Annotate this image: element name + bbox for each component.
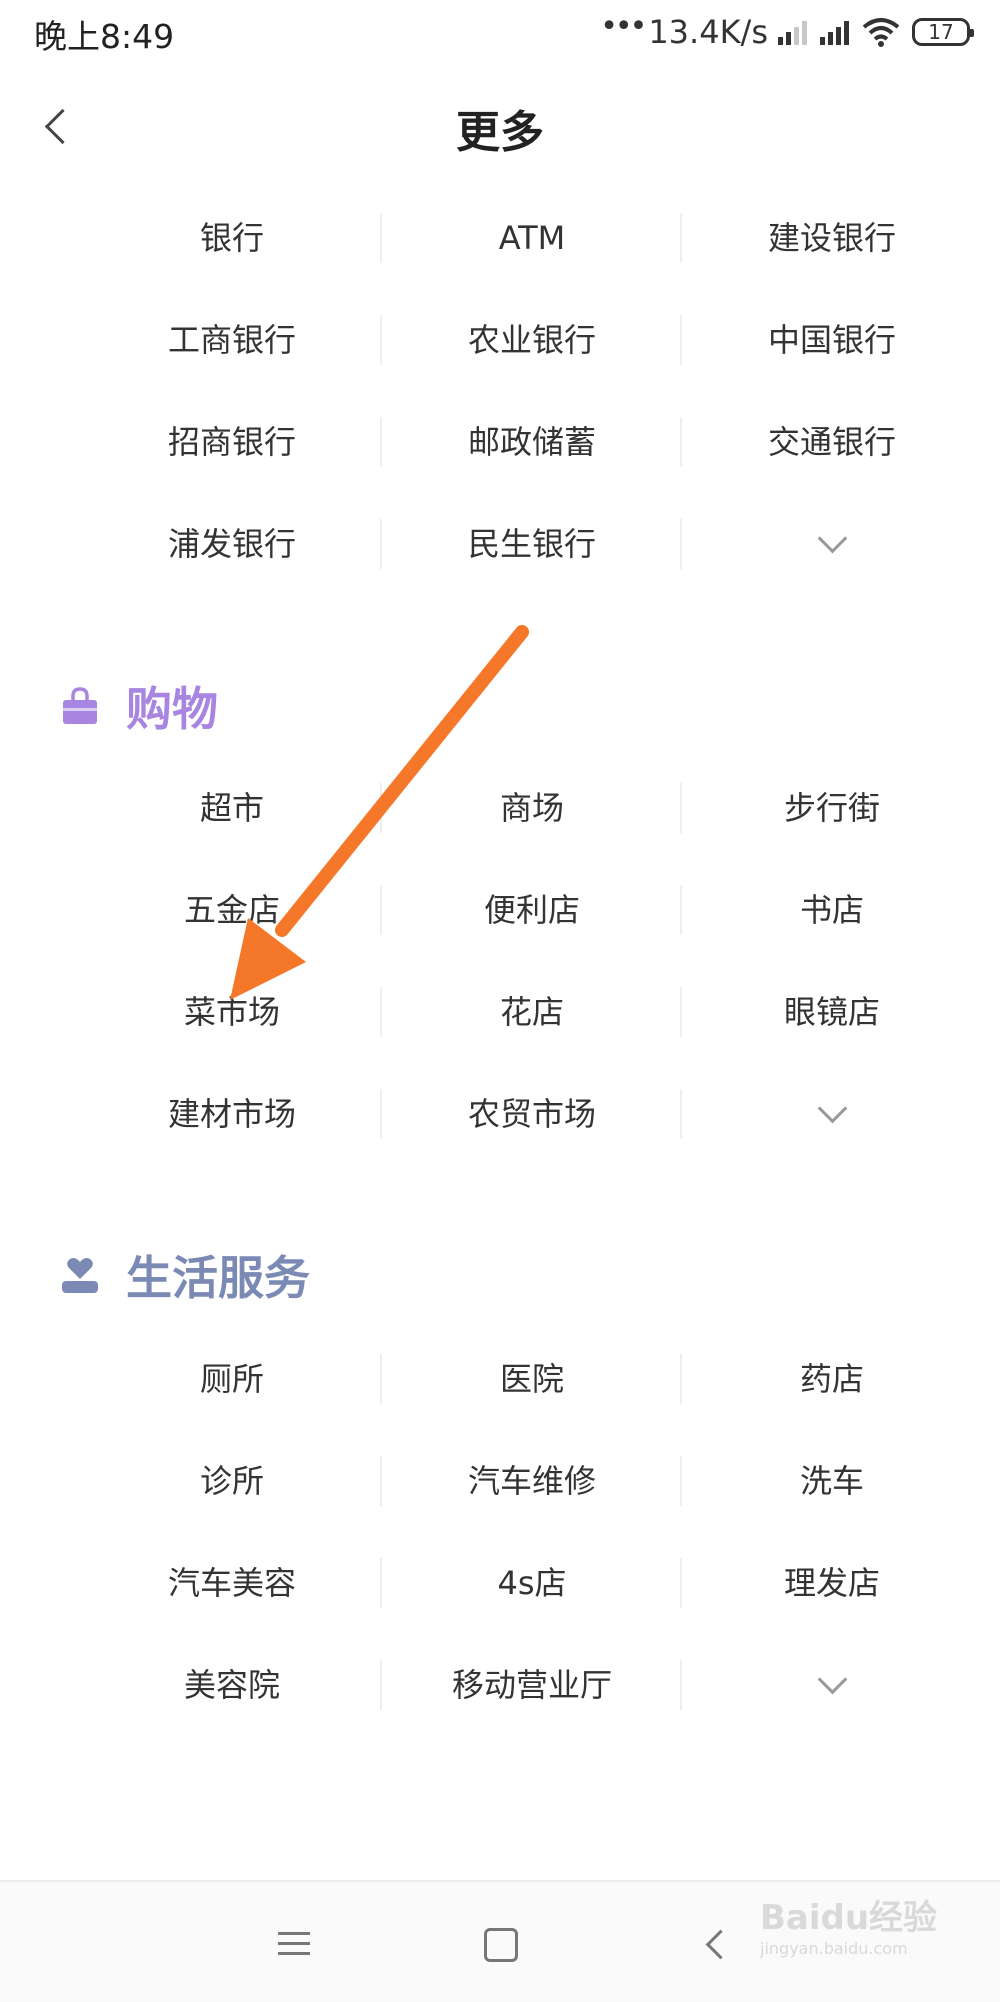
category-bank[interactable]: 银行 — [82, 213, 382, 263]
grid-row: 超市 商场 步行街 — [82, 757, 982, 859]
chevron-down-icon — [817, 1093, 847, 1124]
expand-life-services-button[interactable] — [682, 1660, 982, 1710]
category-bocom[interactable]: 交通银行 — [682, 417, 982, 467]
watermark: Baidu经验 jingyan.baidu.com — [760, 1890, 980, 1990]
category-mobile-business-hall[interactable]: 移动营业厅 — [382, 1660, 682, 1710]
status-time: 晚上8:49 — [34, 17, 175, 56]
category-postal-savings[interactable]: 邮政储蓄 — [382, 417, 682, 467]
expand-bank-button[interactable] — [682, 519, 982, 569]
battery-icon: 17 — [912, 18, 974, 46]
category-boc[interactable]: 中国银行 — [682, 315, 982, 365]
signal-strong-icon — [820, 19, 852, 45]
category-beauty-salon[interactable]: 美容院 — [82, 1660, 382, 1710]
grid-row: 工商银行 农业银行 中国银行 — [82, 289, 982, 391]
category-hardware-store[interactable]: 五金店 — [82, 885, 382, 935]
page-title: 更多 — [456, 107, 544, 158]
network-speed: 13.4K/s — [648, 13, 768, 51]
category-pharmacy[interactable]: 药店 — [682, 1354, 982, 1404]
category-clinic[interactable]: 诊所 — [82, 1456, 382, 1506]
grid-row: 五金店 便利店 书店 — [82, 859, 982, 961]
heart-person-icon — [62, 1258, 98, 1293]
grid-row: 招商银行 邮政储蓄 交通银行 — [82, 391, 982, 493]
category-convenience-store[interactable]: 便利店 — [382, 885, 682, 935]
watermark-url: jingyan.baidu.com — [760, 1939, 908, 1958]
grid-row: 美容院 移动营业厅 — [82, 1634, 982, 1736]
battery-level: 17 — [928, 20, 954, 44]
category-flower-shop[interactable]: 花店 — [382, 987, 682, 1037]
status-indicators: ••• 13.4K/s 17 — [600, 8, 974, 54]
category-pedestrian-street[interactable]: 步行街 — [682, 783, 982, 833]
category-atm[interactable]: ATM — [382, 213, 682, 263]
grid-row: 浦发银行 民生银行 — [82, 493, 982, 595]
category-mall[interactable]: 商场 — [382, 783, 682, 833]
watermark-logo: Baidu经验 — [760, 1898, 938, 1938]
life-services-section-title: 生活服务 — [126, 1251, 310, 1305]
category-cmb[interactable]: 招商银行 — [82, 417, 382, 467]
chevron-down-icon — [817, 1664, 847, 1695]
shopping-bag-icon — [63, 687, 97, 724]
category-bookstore[interactable]: 书店 — [682, 885, 982, 935]
category-ccb[interactable]: 建设银行 — [682, 213, 982, 263]
category-farmers-market[interactable]: 农贸市场 — [382, 1089, 682, 1139]
category-supermarket[interactable]: 超市 — [82, 783, 382, 833]
grid-row: 厕所 医院 药店 — [82, 1328, 982, 1430]
wifi-icon — [862, 18, 900, 47]
grid-row: 银行 ATM 建设银行 — [82, 187, 982, 289]
home-icon[interactable] — [484, 1928, 518, 1962]
life-services-section-header: 生活服务 — [60, 1245, 310, 1305]
category-4s-store[interactable]: 4s店 — [382, 1558, 682, 1608]
category-cmbc[interactable]: 民生银行 — [382, 519, 682, 569]
category-toilet[interactable]: 厕所 — [82, 1354, 382, 1404]
bank-category-grid: 银行 ATM 建设银行 工商银行 农业银行 中国银行 招商银行 邮政储蓄 交通银… — [82, 187, 982, 595]
menu-icon[interactable] — [278, 1932, 310, 1956]
page-header: 更多 — [0, 66, 1000, 190]
category-spdb[interactable]: 浦发银行 — [82, 519, 382, 569]
shopping-section-title: 购物 — [126, 682, 218, 736]
category-optician[interactable]: 眼镜店 — [682, 987, 982, 1037]
category-vegetable-market[interactable]: 菜市场 — [82, 987, 382, 1037]
grid-row: 诊所 汽车维修 洗车 — [82, 1430, 982, 1532]
expand-shopping-button[interactable] — [682, 1089, 982, 1139]
chevron-down-icon — [817, 523, 847, 554]
category-car-beauty[interactable]: 汽车美容 — [82, 1558, 382, 1608]
back-icon[interactable] — [700, 1928, 730, 1962]
status-bar: 晚上8:49 ••• 13.4K/s 17 — [0, 0, 1000, 66]
category-abc[interactable]: 农业银行 — [382, 315, 682, 365]
life-services-category-grid: 厕所 医院 药店 诊所 汽车维修 洗车 汽车美容 4s店 理发店 美容院 移动营… — [82, 1328, 982, 1736]
signal-weak-icon — [778, 19, 810, 45]
category-icbc[interactable]: 工商银行 — [82, 315, 382, 365]
network-activity-icon: ••• — [600, 8, 647, 44]
category-hospital[interactable]: 医院 — [382, 1354, 682, 1404]
grid-row: 菜市场 花店 眼镜店 — [82, 961, 982, 1063]
shopping-category-grid: 超市 商场 步行街 五金店 便利店 书店 菜市场 花店 眼镜店 建材市场 农贸市… — [82, 757, 982, 1165]
category-barber[interactable]: 理发店 — [682, 1558, 982, 1608]
grid-row: 汽车美容 4s店 理发店 — [82, 1532, 982, 1634]
category-building-materials[interactable]: 建材市场 — [82, 1089, 382, 1139]
shopping-section-header: 购物 — [60, 676, 218, 736]
category-car-repair[interactable]: 汽车维修 — [382, 1456, 682, 1506]
grid-row: 建材市场 农贸市场 — [82, 1063, 982, 1165]
category-car-wash[interactable]: 洗车 — [682, 1456, 982, 1506]
